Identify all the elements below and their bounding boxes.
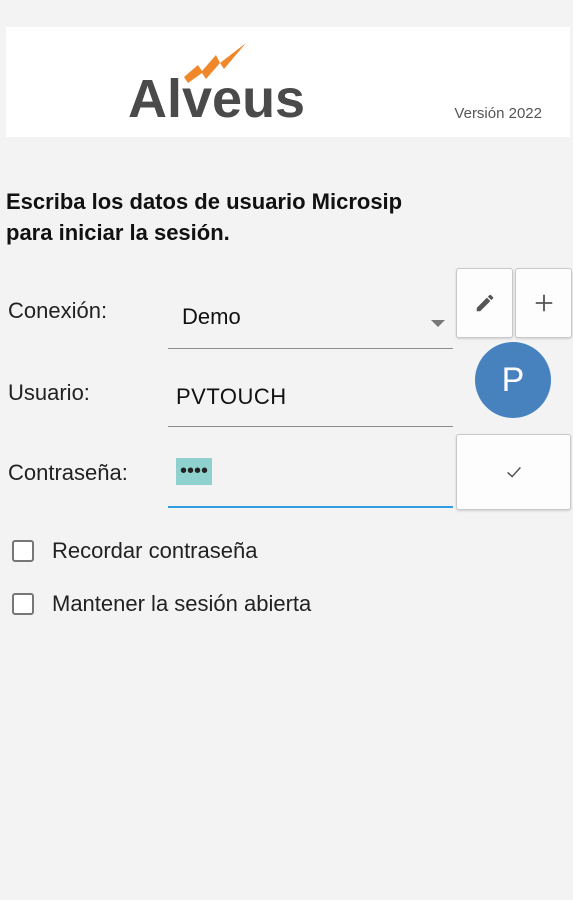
keep-session-option[interactable]: Mantener la sesión abierta bbox=[12, 591, 311, 617]
user-field[interactable]: PVTOUCH bbox=[168, 354, 453, 427]
instructions-text: Escriba los datos de usuario Microsip pa… bbox=[6, 186, 466, 248]
instructions-line-2: para iniciar la sesión. bbox=[6, 220, 230, 245]
connection-dropdown[interactable]: Demo bbox=[168, 276, 453, 349]
user-label: Usuario: bbox=[8, 380, 90, 405]
check-icon bbox=[506, 466, 521, 478]
add-connection-button[interactable] bbox=[515, 268, 572, 338]
avatar[interactable]: P bbox=[475, 342, 551, 418]
password-field[interactable]: •••• bbox=[168, 434, 453, 508]
login-screen: Alveus Versión 2022 Escriba los datos de… bbox=[0, 0, 573, 900]
header: Alveus Versión 2022 bbox=[6, 27, 570, 137]
keep-session-label: Mantener la sesión abierta bbox=[52, 591, 312, 616]
alveus-logo: Alveus bbox=[128, 43, 305, 129]
pencil-icon bbox=[476, 294, 493, 312]
version-label: Versión 2022 bbox=[454, 105, 542, 122]
edit-connection-button[interactable] bbox=[456, 268, 513, 338]
remember-password-label: Recordar contraseña bbox=[52, 538, 258, 563]
dropdown-arrow-icon bbox=[431, 320, 445, 327]
remember-password-checkbox[interactable] bbox=[12, 540, 34, 562]
password-value: •••• bbox=[176, 458, 213, 485]
remember-password-option[interactable]: Recordar contraseña bbox=[12, 538, 257, 564]
connection-value: Demo bbox=[182, 304, 241, 329]
password-label: Contraseña: bbox=[8, 460, 128, 485]
user-value: PVTOUCH bbox=[176, 384, 287, 409]
connection-label: Conexión: bbox=[8, 298, 108, 323]
login-button[interactable] bbox=[456, 434, 571, 510]
instructions-line-1: Escriba los datos de usuario Microsip bbox=[6, 189, 403, 214]
keep-session-checkbox[interactable] bbox=[12, 593, 34, 615]
logo-text: Alveus bbox=[128, 69, 305, 129]
plus-icon bbox=[535, 294, 552, 312]
